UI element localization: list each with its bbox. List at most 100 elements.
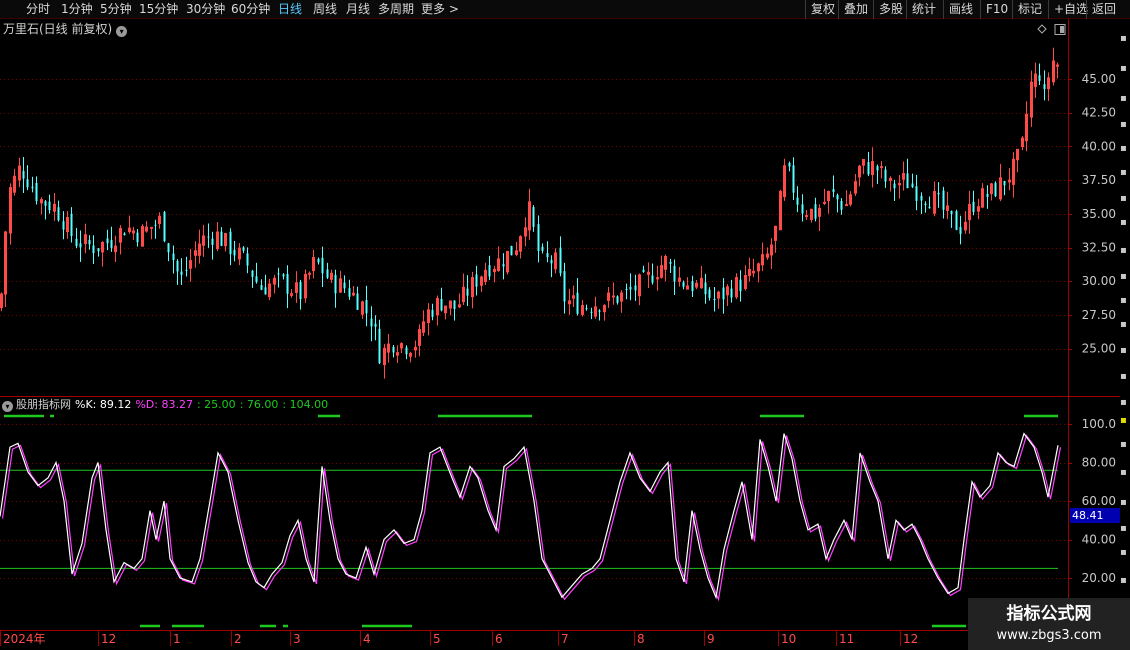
indicator-tick-label: 80.00 [1082, 456, 1116, 470]
date-tick-label: 2024年 [3, 632, 46, 646]
candle-body [814, 204, 817, 219]
candle-body [180, 271, 183, 275]
candle-body [172, 253, 175, 261]
price-tick-label: 25.00 [1082, 342, 1116, 356]
date-tick-label: 2 [234, 632, 242, 646]
candle-body [123, 233, 126, 236]
candle-body [378, 328, 381, 364]
candle-body [1038, 75, 1041, 81]
date-tick-label: 1 [173, 632, 181, 646]
candle-body [57, 207, 60, 221]
price-tick-label: 27.50 [1082, 308, 1116, 322]
k-value-label: %K: 89.12 [75, 398, 132, 411]
candle-body [70, 213, 73, 237]
indicator-tick-label: 40.00 [1082, 533, 1116, 547]
candle-body [207, 236, 210, 238]
candle-body [62, 221, 65, 230]
candle-body [370, 318, 373, 327]
candle-body [955, 211, 958, 230]
edge-glyph: ▪ [1120, 371, 1127, 382]
candle-body [334, 274, 337, 294]
candle-body [893, 183, 896, 189]
candle-body [1043, 84, 1046, 90]
candle-body [277, 273, 280, 275]
candle-body [673, 265, 676, 282]
right-side-panel-edge: ▪▪▪▪▪▪▪▪▪▪▪▪▪▪▪▪▪▪▪▪▪▪▪ [1120, 19, 1130, 630]
candle-body [682, 282, 685, 287]
date-tick-label: 5 [433, 632, 441, 646]
edge-glyph: ▪ [1120, 143, 1127, 154]
date-tick-label: 9 [707, 632, 715, 646]
candle-body [163, 212, 166, 242]
candle-body [321, 257, 324, 274]
level-1-label: : 25.00 [196, 398, 236, 411]
chevron-down-icon[interactable]: ▾ [116, 26, 128, 37]
candle-body [475, 274, 478, 287]
candle-body [466, 288, 469, 296]
edge-glyph: ▪ [1120, 523, 1127, 534]
edge-glyph: ▪ [1120, 245, 1127, 256]
candle-body [832, 189, 835, 193]
edge-glyph: ▪ [1120, 345, 1127, 356]
candle-body [251, 270, 254, 277]
watermark-url: www.zbgs3.com [996, 628, 1102, 643]
candle-body [559, 247, 562, 274]
date-tick-label: 8 [637, 632, 645, 646]
date-axis: 2024年 12 1 2 3 4 5 6 7 8 9 10 11 12 [0, 630, 918, 646]
indicator-tick-label: 100.0 [1082, 417, 1116, 431]
candle-body [211, 238, 214, 245]
date-tick-label: 12 [903, 632, 918, 646]
chart-grid [0, 19, 1130, 631]
candle-body [616, 296, 619, 303]
price-tick-label: 42.50 [1082, 106, 1116, 120]
candle-body [541, 246, 544, 251]
candle-body [1003, 181, 1006, 186]
candle-body [510, 245, 513, 256]
candle-body [97, 248, 100, 252]
candle-body [167, 243, 170, 253]
chevron-down-icon[interactable]: ▾ [2, 401, 13, 412]
candle-body [537, 224, 540, 251]
edge-glyph: ▪ [1120, 217, 1127, 228]
date-tick-label: 3 [293, 632, 301, 646]
candle-body [365, 300, 368, 314]
candle-body [928, 206, 931, 209]
candle-body [788, 162, 791, 167]
candle-body [708, 289, 711, 298]
date-tick-label: 10 [781, 632, 796, 646]
candle-body [150, 226, 153, 229]
candle-body [343, 282, 346, 289]
candle-body [805, 215, 808, 218]
candle-body [959, 226, 962, 235]
candle-body [651, 275, 654, 283]
candle-body [326, 269, 329, 278]
stock-title[interactable]: 万里石(日线 前复权) ▾ [3, 22, 128, 37]
candle-body [453, 300, 456, 310]
price-tick-label: 37.50 [1082, 173, 1116, 187]
candle-body [986, 193, 989, 197]
edge-glyph: ▪ [1120, 397, 1127, 408]
date-tick-label: 4 [363, 632, 371, 646]
candle-body [106, 238, 109, 244]
candle-body [801, 204, 804, 214]
date-tick-label: 6 [495, 632, 503, 646]
candle-body [920, 195, 923, 201]
candle-body [299, 281, 302, 300]
candle-body [691, 281, 694, 292]
site-watermark: 指标公式网 www.zbgs3.com [968, 598, 1130, 650]
candle-body [286, 274, 289, 294]
edge-glyph: ▪ [1120, 319, 1127, 330]
candle-body [374, 323, 377, 327]
candle-body [598, 310, 601, 312]
candle-body [255, 276, 258, 283]
kline-chart-area: 45.00 42.50 40.00 37.50 35.00 32.50 30.00 27.50… [0, 19, 1130, 646]
candle-body [546, 253, 549, 258]
candle-body [110, 240, 113, 248]
indicator-name[interactable]: 股朋指标网 [16, 398, 71, 411]
edge-glyph: ▪ [1120, 271, 1127, 282]
date-tick-label: 12 [101, 632, 116, 646]
candle-body [915, 186, 918, 201]
date-tick-label: 7 [561, 632, 569, 646]
candle-body [669, 261, 672, 264]
candle-body [942, 190, 945, 210]
